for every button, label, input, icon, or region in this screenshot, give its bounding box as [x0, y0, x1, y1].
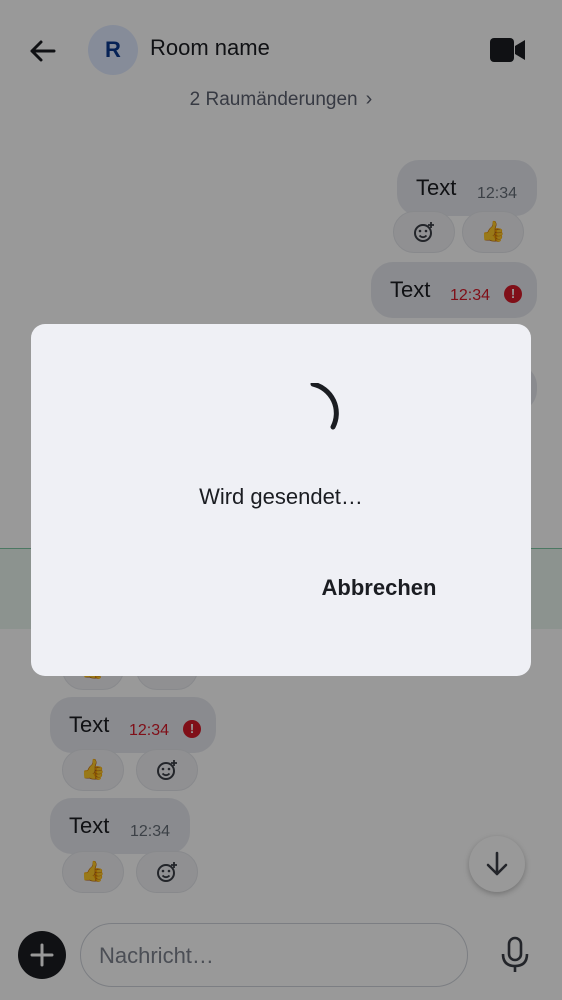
loading-spinner-icon: [310, 383, 339, 430]
sending-dialog: Wird gesendet… Abbrechen: [31, 324, 531, 676]
dialog-message: Wird gesendet…: [199, 484, 363, 509]
cancel-button[interactable]: Abbrechen: [304, 564, 454, 612]
